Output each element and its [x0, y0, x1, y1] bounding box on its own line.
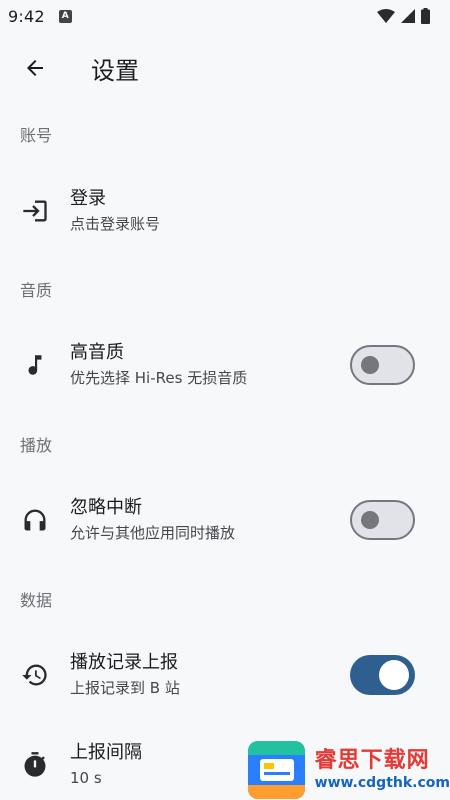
hq-audio-title: 高音质	[70, 342, 124, 363]
arrow-back-icon	[27, 60, 43, 76]
section-header-account: 账号	[20, 126, 53, 145]
report-history-row[interactable]: 播放记录上报 上报记录到 B 站	[0, 636, 450, 714]
status-bar: 9:42 A	[0, 0, 450, 32]
watermark-name: 睿思下载网	[314, 748, 430, 773]
ignore-interrupt-title: 忽略中断	[70, 497, 142, 518]
watermark: 睿思下载网 www.cdgthk.com	[248, 740, 450, 800]
music-note-icon	[28, 355, 42, 375]
status-icons	[377, 8, 430, 24]
login-title: 登录	[70, 188, 106, 209]
switch-thumb	[361, 356, 379, 374]
cellular-signal-icon	[401, 9, 415, 23]
watermark-logo	[248, 741, 305, 799]
battery-icon	[421, 8, 430, 24]
notification-icon: A	[58, 9, 72, 23]
report-interval-title: 上报间隔	[70, 742, 142, 763]
section-header-data: 数据	[20, 591, 53, 610]
login-row[interactable]: 登录 点击登录账号	[0, 172, 450, 250]
wifi-icon	[377, 9, 395, 23]
switch-thumb	[361, 511, 379, 529]
switch-thumb	[379, 660, 409, 690]
status-time: 9:42	[8, 6, 45, 26]
login-subtitle: 点击登录账号	[70, 215, 161, 233]
report-history-title: 播放记录上报	[70, 652, 178, 673]
section-header-audio-quality: 音质	[20, 281, 53, 300]
hq-audio-switch[interactable]	[350, 345, 415, 385]
hq-audio-subtitle: 优先选择 Hi-Res 无损音质	[70, 369, 248, 387]
ignore-interrupt-subtitle: 允许与其他应用同时播放	[70, 524, 236, 542]
report-history-switch[interactable]	[350, 655, 415, 695]
hq-audio-row[interactable]: 高音质 优先选择 Hi-Res 无损音质	[0, 326, 450, 404]
watermark-url: www.cdgthk.com	[314, 775, 450, 791]
history-icon	[22, 664, 47, 686]
app-bar: 设置	[0, 36, 450, 100]
page-title: 设置	[91, 56, 139, 85]
report-interval-value: 10 s	[70, 769, 102, 787]
report-history-subtitle: 上报记录到 B 站	[70, 679, 180, 697]
ignore-interrupt-switch[interactable]	[350, 500, 415, 540]
ignore-interrupt-row[interactable]: 忽略中断 允许与其他应用同时播放	[0, 481, 450, 559]
headphones-icon	[24, 509, 46, 531]
timer-icon	[24, 752, 46, 777]
login-icon	[23, 200, 47, 222]
section-header-playback: 播放	[20, 436, 53, 455]
back-button[interactable]	[11, 44, 59, 92]
